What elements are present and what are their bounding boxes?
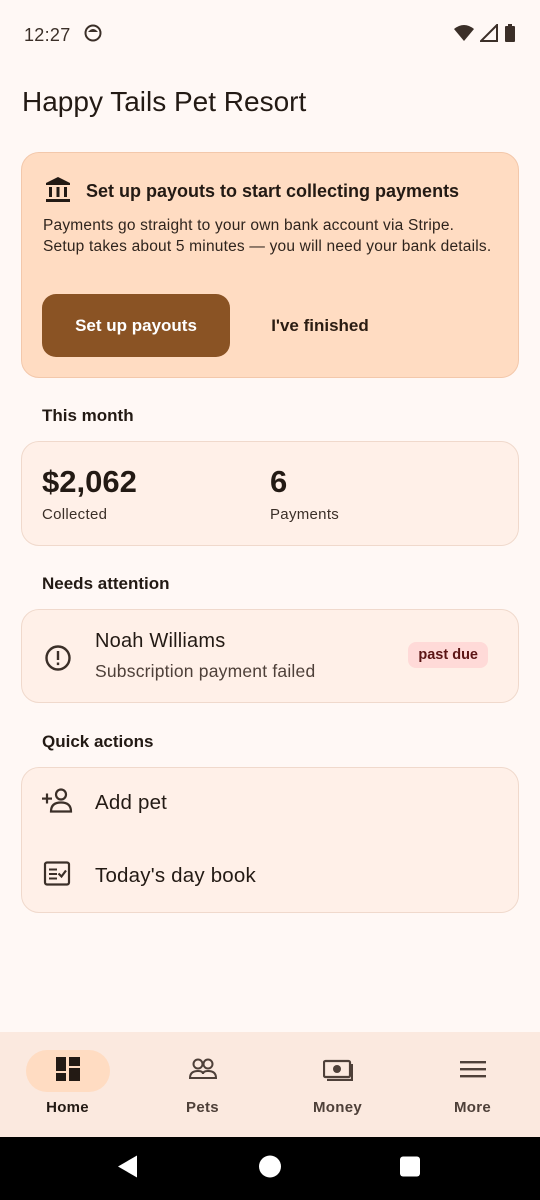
attention-detail: Subscription payment failed — [95, 661, 316, 681]
nav-more[interactable]: More — [405, 1032, 540, 1137]
needs-attention-heading: Needs attention — [42, 574, 170, 593]
nav-pets-label: Pets — [186, 1099, 219, 1116]
nav-pets[interactable]: Pets — [135, 1032, 270, 1137]
checklist-icon — [42, 860, 72, 893]
add-pet-label: Add pet — [95, 791, 168, 814]
quick-actions-card: Add pet Today's day book — [21, 767, 519, 913]
add-pet-action[interactable]: Add pet — [22, 773, 518, 833]
nav-home-label: Home — [46, 1099, 89, 1116]
ive-finished-button[interactable]: I've finished — [250, 294, 390, 357]
bottom-navigation: Home Pets Money More — [0, 1032, 540, 1137]
back-icon[interactable] — [117, 1154, 139, 1183]
payments-icon — [322, 1057, 353, 1086]
bank-icon — [44, 175, 72, 208]
payout-card-title: Set up payouts to start collecting payme… — [86, 181, 460, 201]
status-bar: 12:27 — [0, 0, 540, 70]
person-add-icon — [42, 788, 74, 819]
app-notification-icon — [83, 23, 103, 48]
status-time: 12:27 — [24, 24, 71, 45]
nav-more-label: More — [453, 1099, 492, 1116]
collected-label: Collected — [42, 506, 108, 523]
nav-money[interactable]: Money — [270, 1032, 405, 1137]
nav-home[interactable]: Home — [0, 1032, 135, 1137]
home-icon[interactable] — [258, 1154, 282, 1183]
payments-value: 6 — [270, 464, 288, 499]
day-book-label: Today's day book — [95, 864, 256, 887]
payments-label: Payments — [270, 506, 340, 523]
collected-value: $2,062 — [42, 464, 137, 499]
recents-icon[interactable] — [399, 1155, 421, 1182]
day-book-action[interactable]: Today's day book — [22, 846, 518, 906]
this-month-card: $2,062 Collected 6 Payments — [21, 441, 519, 546]
cell-signal-icon — [478, 22, 498, 47]
payments-stat: 6 Payments — [270, 464, 339, 523]
payout-setup-card: Set up payouts to start collecting payme… — [21, 152, 519, 378]
customer-name: Noah Williams — [95, 630, 226, 652]
battery-icon — [504, 23, 516, 47]
dashboard-icon — [55, 1056, 81, 1087]
status-badge: past due — [408, 642, 488, 668]
this-month-heading: This month — [42, 406, 134, 425]
set-up-payouts-button[interactable]: Set up payouts — [42, 294, 230, 357]
system-navigation-bar — [0, 1137, 540, 1200]
attention-item[interactable]: Noah Williams Subscription payment faile… — [21, 609, 519, 703]
collected-stat: $2,062 Collected — [42, 464, 137, 523]
alert-circle-icon — [44, 644, 72, 677]
menu-icon — [459, 1059, 486, 1084]
payout-card-body: Payments go straight to your own bank ac… — [43, 217, 492, 255]
wifi-icon — [454, 24, 474, 47]
group-icon — [188, 1058, 218, 1085]
nav-money-label: Money — [312, 1099, 362, 1116]
page-title: Happy Tails Pet Resort — [22, 86, 307, 117]
quick-actions-heading: Quick actions — [42, 732, 154, 751]
